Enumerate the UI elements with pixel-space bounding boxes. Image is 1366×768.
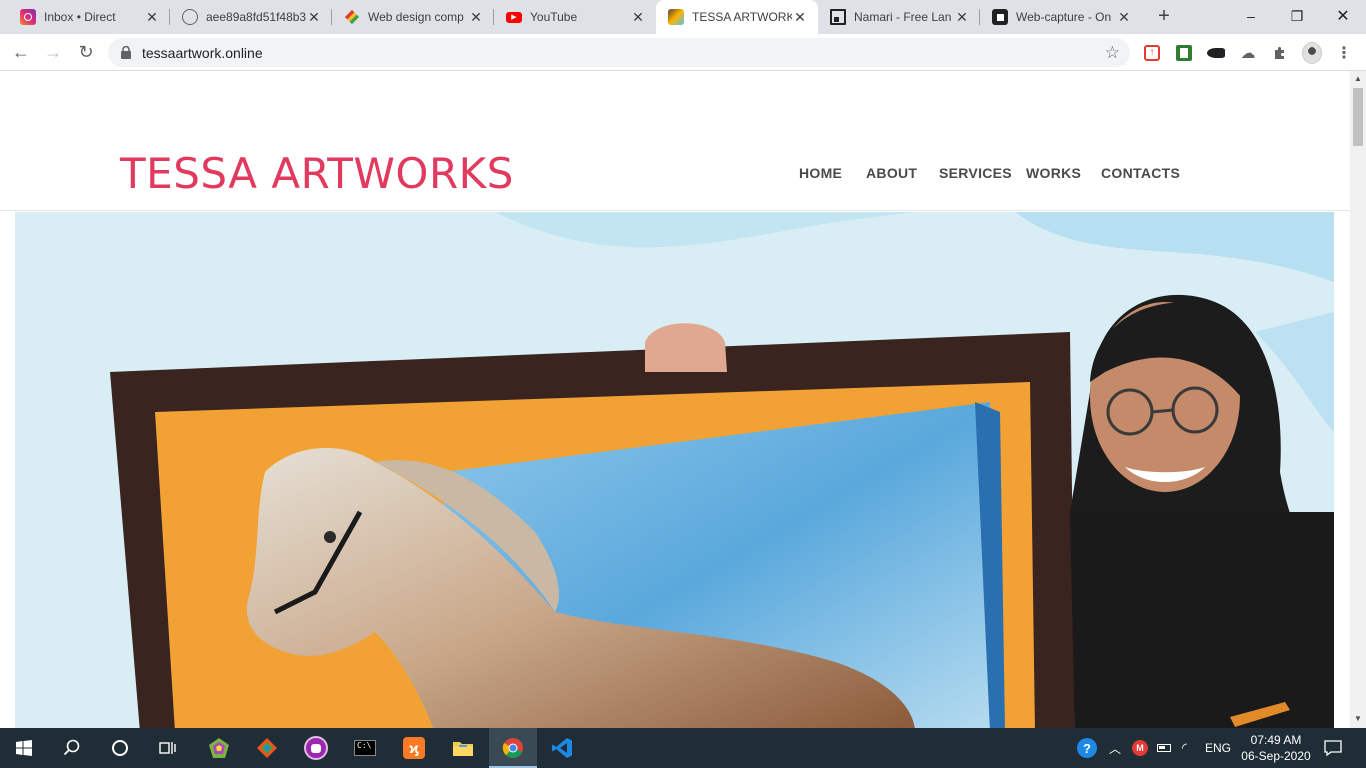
forward-button[interactable]: → [39, 38, 67, 66]
close-icon[interactable]: ✕ [144, 9, 160, 26]
capture-icon [992, 9, 1008, 25]
browser-toolbar: ← → ↻ tessaartwork.online ☆ ↑ ☁ ⋮ [0, 34, 1366, 71]
tab-youtube[interactable]: ▶ YouTube ✕ [494, 0, 656, 34]
hero-image [15, 212, 1334, 728]
nav-about[interactable]: ABOUT [866, 165, 917, 181]
tab-title: Web-capture - On [1016, 10, 1112, 24]
art-favicon-icon [668, 9, 684, 25]
windows-start-icon[interactable] [0, 728, 48, 768]
tab-title: aee89a8fd51f48b3 [206, 10, 306, 24]
menu-dots-icon[interactable]: ⋮ [1334, 43, 1354, 63]
notifications-icon[interactable] [1324, 728, 1342, 768]
tab-web-capture[interactable]: Web-capture - On ✕ [980, 0, 1142, 34]
nav-home[interactable]: HOME [799, 165, 842, 181]
tab-strip: Inbox • Direct ✕ aee89a8fd51f48b3 ✕ Web … [0, 0, 1366, 34]
search-icon[interactable] [48, 728, 96, 768]
cat-app-icon[interactable] [292, 728, 340, 768]
cloud-extension-icon[interactable]: ☁ [1238, 43, 1258, 63]
nav-works[interactable]: WORKS [1026, 165, 1081, 181]
close-icon[interactable]: ✕ [630, 9, 646, 26]
file-explorer-icon[interactable] [439, 728, 487, 768]
tray-overflow-chevron-icon[interactable]: ︿ [1109, 728, 1121, 768]
clock-time: 07:49 AM [1250, 733, 1302, 747]
address-bar[interactable]: tessaartwork.online ☆ [108, 38, 1130, 67]
extensions-puzzle-icon[interactable] [1270, 43, 1290, 63]
window-close-button[interactable]: ✕ [1320, 0, 1366, 32]
chrome-icon[interactable] [489, 728, 537, 768]
minimize-button[interactable]: – [1228, 0, 1274, 32]
upload-extension-icon[interactable]: ↑ [1142, 43, 1162, 63]
tab-web-design[interactable]: Web design comp ✕ [332, 0, 494, 34]
green-extension-icon[interactable] [1174, 43, 1194, 63]
vscode-icon[interactable] [538, 728, 586, 768]
close-icon[interactable]: ✕ [468, 9, 484, 26]
tab-title: Namari - Free Lan [854, 10, 952, 24]
back-button[interactable]: ← [7, 38, 35, 66]
close-icon[interactable]: ✕ [792, 9, 808, 26]
clock-date: 06-Sep-2020 [1241, 749, 1311, 763]
url-text[interactable]: tessaartwork.online [142, 45, 263, 61]
app-polygon-icon[interactable] [195, 728, 243, 768]
nav-services[interactable]: SERVICES [939, 165, 1012, 181]
help-tray-icon[interactable]: ? [1077, 728, 1097, 768]
hero-artwork-photo [110, 212, 1334, 728]
instagram-icon [20, 9, 36, 25]
nav-contacts[interactable]: CONTACTS [1101, 165, 1180, 181]
close-icon[interactable]: ✕ [306, 9, 322, 26]
tab-tessa-artworks[interactable]: TESSA ARTWORKS ✕ [656, 0, 818, 34]
cortana-icon[interactable] [96, 728, 144, 768]
fish-extension-icon[interactable] [1206, 43, 1226, 63]
git-icon[interactable] [243, 728, 291, 768]
tab-hash[interactable]: aee89a8fd51f48b3 ✕ [170, 0, 332, 34]
globe-icon [182, 9, 198, 25]
namari-icon [830, 9, 846, 25]
site-header: TESSA ARTWORKS HOME ABOUT SERVICES WORKS… [0, 71, 1350, 211]
task-view-icon[interactable] [144, 728, 192, 768]
windows-taskbar: C:\ ϗ ? ︿ M ◜ ENG 07:49 AM 06-Sep-2020 [0, 728, 1366, 768]
profile-avatar[interactable] [1302, 42, 1322, 64]
bookmark-star-icon[interactable]: ☆ [1105, 43, 1120, 63]
page-scrollbar[interactable]: ▲ ▼ [1350, 71, 1366, 728]
tab-namari[interactable]: Namari - Free Lan ✕ [818, 0, 980, 34]
youtube-icon: ▶ [506, 11, 522, 23]
tab-title: Inbox • Direct [44, 10, 116, 24]
diamond-icon [344, 9, 360, 25]
battery-icon[interactable] [1157, 728, 1171, 768]
taskbar-clock[interactable]: 07:49 AM 06-Sep-2020 [1236, 732, 1316, 764]
terminal-icon[interactable]: C:\ [341, 728, 389, 768]
close-icon[interactable]: ✕ [954, 9, 970, 26]
scrollbar-thumb[interactable] [1353, 88, 1363, 146]
language-indicator[interactable]: ENG [1205, 728, 1231, 768]
lock-icon [121, 46, 131, 59]
close-icon[interactable]: ✕ [1116, 9, 1132, 26]
tab-instagram[interactable]: Inbox • Direct ✕ [8, 0, 170, 34]
xampp-icon[interactable]: ϗ [390, 728, 438, 768]
tab-title: TESSA ARTWORKS [692, 10, 792, 24]
gmail-tray-icon[interactable]: M [1132, 728, 1148, 768]
maximize-button[interactable]: ❐ [1274, 0, 1320, 32]
scroll-down-arrow-icon[interactable]: ▼ [1353, 714, 1363, 724]
tab-title: YouTube [530, 10, 578, 24]
site-logo[interactable]: TESSA ARTWORKS [120, 149, 514, 198]
wifi-icon[interactable]: ◜ [1182, 728, 1187, 768]
reload-button[interactable]: ↻ [72, 38, 100, 66]
page-viewport: TESSA ARTWORKS HOME ABOUT SERVICES WORKS… [0, 71, 1350, 728]
new-tab-button[interactable]: + [1153, 6, 1175, 28]
scroll-up-arrow-icon[interactable]: ▲ [1353, 74, 1363, 84]
tab-title: Web design comp [368, 10, 464, 24]
